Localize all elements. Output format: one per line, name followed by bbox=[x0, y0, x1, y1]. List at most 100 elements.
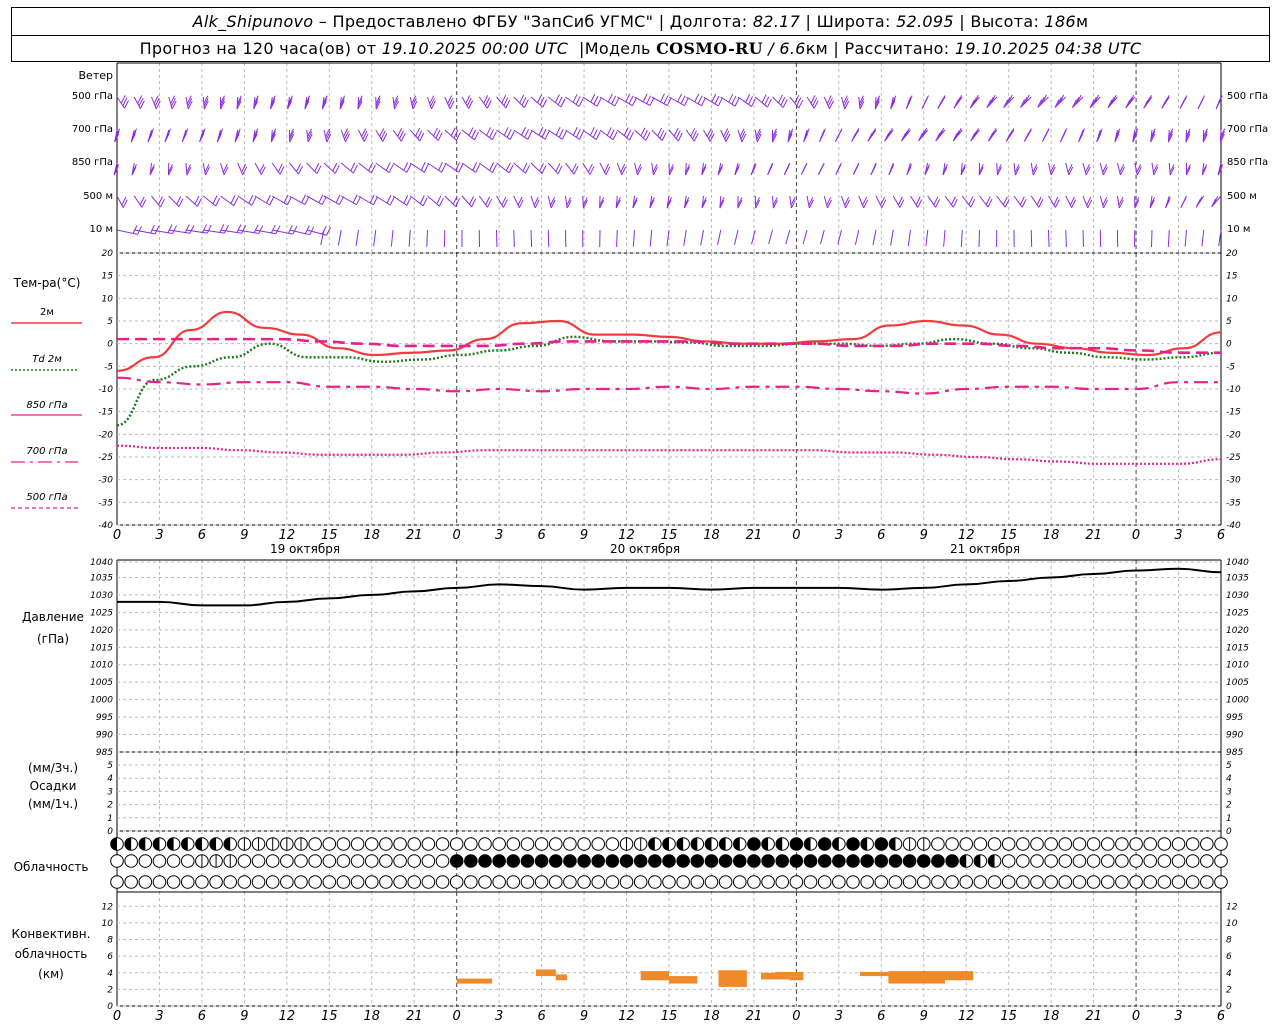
cloud-circle bbox=[1157, 854, 1172, 868]
cloud-fill bbox=[195, 837, 202, 851]
cloud-cover-symbol bbox=[888, 875, 903, 889]
wind-barb-feather bbox=[525, 164, 531, 174]
x-tick-label: 0 bbox=[792, 528, 800, 543]
wind-barb-feather bbox=[728, 93, 734, 103]
wind-barb bbox=[943, 229, 946, 247]
wind-barb-feather bbox=[150, 224, 155, 234]
cloud-cover-symbol bbox=[718, 854, 733, 868]
cloud-circle bbox=[393, 854, 407, 868]
wind-barb bbox=[818, 162, 825, 175]
wind-barb bbox=[547, 94, 566, 108]
wind-barb bbox=[167, 162, 173, 176]
wind-barb-feather bbox=[854, 163, 859, 173]
cloud-cover-symbol bbox=[180, 875, 195, 889]
cloud-circle bbox=[1129, 854, 1143, 868]
wind-barb bbox=[1134, 195, 1140, 209]
wind-barb bbox=[185, 162, 192, 176]
wind-barb-feather bbox=[821, 128, 826, 137]
wind-barb-feather bbox=[924, 95, 929, 104]
cloud-fill bbox=[804, 837, 811, 851]
wind-barb-shaft bbox=[806, 195, 810, 209]
cloud-cover-symbol bbox=[209, 837, 223, 851]
wind-barb bbox=[202, 195, 221, 207]
cloud-fill bbox=[662, 854, 676, 868]
cloud-circle bbox=[506, 837, 521, 851]
wind-barb-shaft bbox=[547, 195, 552, 209]
wind-barb-shaft bbox=[116, 195, 124, 208]
cloud-cover-symbol bbox=[506, 875, 521, 889]
wind-barb-feather bbox=[697, 95, 703, 105]
cloud-circle bbox=[1171, 837, 1186, 851]
wind-barb bbox=[924, 162, 930, 176]
cloud-cover-symbol bbox=[520, 837, 535, 851]
cloud-circle bbox=[138, 854, 153, 868]
cloud-circle bbox=[280, 875, 294, 889]
wind-barb-shaft bbox=[823, 96, 830, 109]
cloud-cover-symbol bbox=[1016, 875, 1030, 889]
cloud-circle bbox=[577, 875, 591, 889]
wind-barb bbox=[392, 128, 406, 142]
wind-barb bbox=[720, 93, 740, 107]
x-tick-label: 0 bbox=[792, 1009, 800, 1024]
cloud-cover-symbol bbox=[803, 837, 818, 851]
wind-barb bbox=[375, 128, 388, 142]
cloud-cover-symbol bbox=[195, 837, 209, 851]
cloud-fill bbox=[124, 837, 132, 851]
wind-barb-shaft bbox=[478, 195, 488, 208]
cloud-circle bbox=[166, 875, 181, 889]
wind-barb bbox=[901, 127, 911, 142]
wind-barb-feather bbox=[475, 164, 481, 173]
wind-barb bbox=[1217, 162, 1224, 176]
wind-barb-shaft bbox=[151, 96, 157, 110]
cloud-cover-symbol bbox=[619, 875, 634, 889]
cloud-fill bbox=[719, 837, 726, 851]
wind-level-label-left: 10 м bbox=[90, 224, 113, 235]
cloud-cover-symbol bbox=[1115, 837, 1129, 851]
cloud-cover-symbol bbox=[1058, 854, 1073, 868]
pressure-y-tick-right: 990 bbox=[1226, 731, 1243, 741]
wind-level-label-left: 500 гПа bbox=[72, 91, 113, 102]
cloud-cover-symbol bbox=[280, 875, 294, 889]
wind-barb-feather bbox=[403, 162, 409, 171]
wind-barb-feather bbox=[845, 199, 851, 209]
cloud-cover-symbol bbox=[789, 875, 804, 889]
wind-barb bbox=[444, 195, 461, 207]
wind-barb bbox=[203, 224, 229, 234]
wind-barb-feather bbox=[344, 133, 350, 143]
cloud-cover-symbol bbox=[464, 875, 478, 889]
wind-barb bbox=[392, 162, 412, 173]
wind-barb-feather bbox=[441, 164, 447, 173]
wind-level-label-left: 700 гПа bbox=[72, 124, 113, 135]
wind-barb bbox=[427, 195, 444, 207]
conv-cloud-bar bbox=[761, 972, 790, 980]
wind-barb-shaft bbox=[772, 195, 774, 209]
wind-barb bbox=[530, 162, 547, 174]
wind-barb-feather bbox=[222, 164, 228, 173]
cloud-cover-symbol bbox=[747, 854, 761, 868]
wind-barb-feather bbox=[373, 196, 378, 206]
wind-barb bbox=[339, 95, 346, 110]
cloud-cover-symbol bbox=[336, 837, 351, 851]
x-tick-label: 15 bbox=[1000, 1009, 1017, 1024]
wind-barb-feather bbox=[1044, 128, 1050, 137]
conv-cloud-bar bbox=[456, 978, 493, 984]
x-tick-label: 21 bbox=[1085, 1009, 1102, 1024]
cloud-cover-symbol bbox=[973, 854, 988, 868]
cloud-cover-symbol bbox=[1115, 875, 1129, 889]
cloud-circle bbox=[379, 875, 393, 889]
wind-barb-feather bbox=[731, 95, 737, 105]
wind-barb bbox=[513, 195, 524, 208]
cloud-circle bbox=[591, 875, 606, 889]
wind-barb-feather bbox=[539, 96, 545, 106]
pressure-y-tick-left: 985 bbox=[96, 748, 113, 758]
wind-barb-shaft bbox=[565, 162, 575, 175]
cloud-circle bbox=[124, 854, 138, 868]
cloud-cover-symbol bbox=[902, 875, 917, 889]
cloud-cover-symbol bbox=[1044, 837, 1058, 851]
pressure-y-tick-left: 1025 bbox=[90, 608, 113, 618]
wind-barb bbox=[841, 195, 851, 209]
cloud-fill bbox=[875, 837, 888, 851]
wind-barb-feather bbox=[403, 195, 409, 204]
wind-barb-feather bbox=[438, 197, 444, 207]
wind-level-label-right: 500 м bbox=[1227, 191, 1257, 202]
